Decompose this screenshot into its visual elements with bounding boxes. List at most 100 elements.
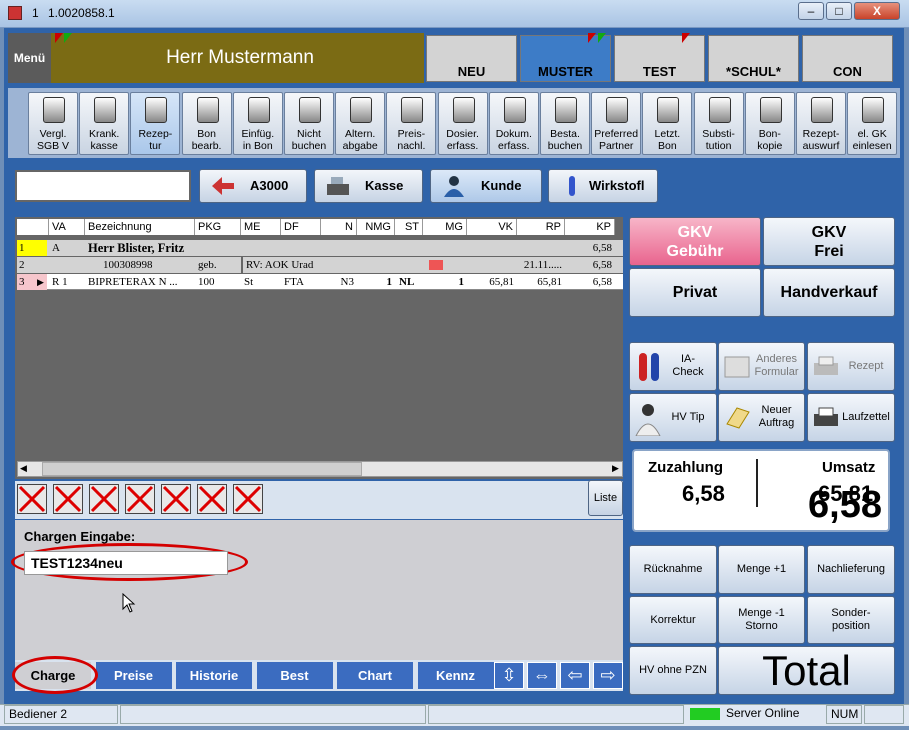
column-header[interactable]: VA bbox=[49, 219, 85, 235]
table-row[interactable]: 1 A Herr Blister, Fritz 6,58 bbox=[17, 240, 623, 256]
kasse-button[interactable]: Kasse bbox=[314, 169, 423, 203]
toolbar-button-substitution[interactable]: Substi-tution bbox=[693, 92, 744, 155]
no-x-icon[interactable] bbox=[197, 484, 227, 514]
toolbar-button-stock[interactable]: Besta. buchen bbox=[540, 92, 590, 155]
row-number: 2 bbox=[19, 259, 25, 271]
scroll-right-icon[interactable]: ▶ bbox=[612, 463, 619, 474]
toolbar-button-compare[interactable]: Vergl. SGB V bbox=[28, 92, 78, 155]
a3000-button[interactable]: A3000 bbox=[199, 169, 307, 203]
menge-minus-l1: Menge -1 bbox=[738, 607, 785, 619]
toolbar-button-receipt[interactable]: Letzt. Bon bbox=[642, 92, 693, 155]
documents-icon bbox=[726, 407, 750, 429]
privat-button[interactable]: Privat bbox=[629, 268, 761, 317]
toolbar-button-pen[interactable]: Bon bearb. bbox=[181, 92, 232, 155]
card-reader-icon bbox=[862, 97, 885, 123]
divider bbox=[756, 459, 758, 507]
customer-tab-4[interactable]: CON bbox=[802, 35, 893, 82]
scroll-left-icon[interactable]: ◀ bbox=[20, 463, 27, 474]
liste-button[interactable]: Liste bbox=[588, 480, 623, 516]
ia-check-button[interactable]: IA- Check bbox=[629, 342, 717, 391]
search-input[interactable] bbox=[15, 170, 191, 202]
customer-tab-0[interactable]: NEU bbox=[426, 35, 517, 82]
handverkauf-button[interactable]: Handverkauf bbox=[763, 268, 895, 317]
cell-rp: 21.11..... bbox=[523, 259, 562, 271]
toolbar-button-partner[interactable]: Preferred Partner bbox=[591, 92, 642, 155]
left-arrow-icon[interactable]: ⇦ bbox=[560, 662, 590, 689]
chargen-input[interactable]: TEST1234neu bbox=[24, 551, 228, 575]
table-row[interactable]: 2 100308998 geb. RV: AOK Urad 21.11..... 6,58 bbox=[17, 257, 623, 273]
ruecknahme-button[interactable]: Rücknahme bbox=[629, 545, 717, 594]
column-header[interactable]: ME bbox=[241, 219, 281, 235]
column-header[interactable]: KP bbox=[565, 219, 615, 235]
hv-ohne-pzn-button[interactable]: HV ohne PZN bbox=[629, 646, 717, 695]
sonderposition-button[interactable]: Sonder- position bbox=[807, 596, 895, 644]
no-camera-icon[interactable] bbox=[53, 484, 83, 514]
num-lock-status: NUM bbox=[826, 705, 862, 724]
wirkstoff-button[interactable]: Wirkstofl bbox=[548, 169, 658, 203]
gkv-frei-button[interactable]: GKV Frei bbox=[763, 217, 895, 266]
maximize-button[interactable]: □ bbox=[826, 2, 852, 20]
column-header[interactable] bbox=[17, 219, 49, 235]
column-header[interactable]: RP bbox=[517, 219, 565, 235]
menu-button[interactable]: Menü bbox=[8, 33, 51, 83]
customer-tab-2[interactable]: TEST bbox=[614, 35, 705, 82]
toolbar-button-printer[interactable]: Rezept-auswurf bbox=[796, 92, 846, 155]
horizontal-arrows-icon[interactable]: ⇔ bbox=[527, 662, 557, 689]
toolbar-button-hospital[interactable]: Krank. kasse bbox=[79, 92, 130, 155]
column-header[interactable]: DF bbox=[281, 219, 321, 235]
toolbar-button-lock[interactable]: Nicht buchen bbox=[284, 92, 334, 155]
no-food-icon[interactable] bbox=[233, 484, 263, 514]
gkv-gebuehr-button[interactable]: GKV Gebühr bbox=[629, 217, 761, 266]
column-header[interactable]: N bbox=[321, 219, 357, 235]
customer-tab-3[interactable]: *SCHUL* bbox=[708, 35, 799, 82]
minimize-button[interactable]: – bbox=[798, 2, 824, 20]
toolbar-label: Rezept- bbox=[802, 128, 840, 140]
column-header[interactable]: PKG bbox=[195, 219, 241, 235]
table-row[interactable]: 3 ▶ R 1 BIPRETERAX N ... 100 St FTA N3 1 NL 1 65,81… bbox=[17, 274, 623, 290]
no-bike-icon[interactable] bbox=[17, 484, 47, 514]
nachlieferung-button[interactable]: Nachlieferung bbox=[807, 545, 895, 594]
toolbar-label: Preferred bbox=[594, 128, 639, 140]
laufzettel-button[interactable]: Laufzettel bbox=[807, 393, 895, 442]
toolbar-button-card-reader[interactable]: el. GK einlesen bbox=[847, 92, 898, 155]
horizontal-scrollbar[interactable]: ◀ ▶ bbox=[17, 461, 623, 477]
hv-tip-button[interactable]: HV Tip bbox=[629, 393, 717, 442]
korrektur-button[interactable]: Korrektur bbox=[629, 596, 717, 644]
column-header[interactable]: Bezeichnung bbox=[85, 219, 195, 235]
bottom-tab-chart[interactable]: Chart bbox=[337, 662, 415, 689]
rezept-button[interactable]: Rezept bbox=[807, 342, 895, 391]
bottom-tab-best[interactable]: Best bbox=[256, 662, 335, 689]
baby-bottle-warning-icon[interactable] bbox=[125, 484, 155, 514]
toolbar-button-prescription[interactable]: Rezep-tur bbox=[130, 92, 181, 155]
total-button[interactable]: Total bbox=[718, 646, 895, 695]
bottom-tab-historie[interactable]: Historie bbox=[176, 662, 254, 689]
toolbar-button-insert[interactable]: Einfüg. in Bon bbox=[232, 92, 283, 155]
menge-minus-storno-button[interactable]: Menge -1 Storno bbox=[718, 596, 805, 644]
toolbar-button-copy[interactable]: Bon-kopie bbox=[744, 92, 795, 155]
column-header[interactable]: VK bbox=[467, 219, 517, 235]
column-header[interactable]: MG bbox=[423, 219, 467, 235]
status-pane bbox=[428, 705, 684, 724]
column-header[interactable]: ST bbox=[395, 219, 423, 235]
copy-icon bbox=[759, 97, 782, 123]
scroll-thumb[interactable] bbox=[42, 462, 362, 476]
column-header[interactable]: NMG bbox=[357, 219, 395, 235]
pregnancy-warning-icon[interactable] bbox=[161, 484, 191, 514]
anderes-formular-button[interactable]: Anderes Formular bbox=[718, 342, 805, 391]
toolbar-button-bottles[interactable]: Altern. abgabe bbox=[335, 92, 386, 155]
kunde-button[interactable]: Kunde bbox=[430, 169, 542, 203]
neuer-auftrag-button[interactable]: Neuer Auftrag bbox=[718, 393, 805, 442]
menge-plus-button[interactable]: Menge +1 bbox=[718, 545, 805, 594]
bottom-tab-preise[interactable]: Preise bbox=[95, 662, 174, 689]
pen-icon bbox=[196, 97, 219, 123]
no-uv-icon[interactable] bbox=[89, 484, 119, 514]
bottom-tab-kennz[interactable]: Kennz bbox=[417, 662, 496, 689]
toolbar-button-dosage[interactable]: Dosier. erfass. bbox=[437, 92, 488, 155]
toolbar-button-document[interactable]: Dokum. erfass. bbox=[488, 92, 539, 155]
vertical-arrows-icon[interactable]: ⇳ bbox=[494, 662, 524, 689]
toolbar-button-percent[interactable]: Preis-nachl. bbox=[386, 92, 437, 155]
status-pane bbox=[120, 705, 426, 724]
cell-pkg: 100 bbox=[198, 276, 215, 288]
right-arrow-icon[interactable]: ⇨ bbox=[593, 662, 623, 689]
close-button[interactable]: X bbox=[854, 2, 900, 20]
